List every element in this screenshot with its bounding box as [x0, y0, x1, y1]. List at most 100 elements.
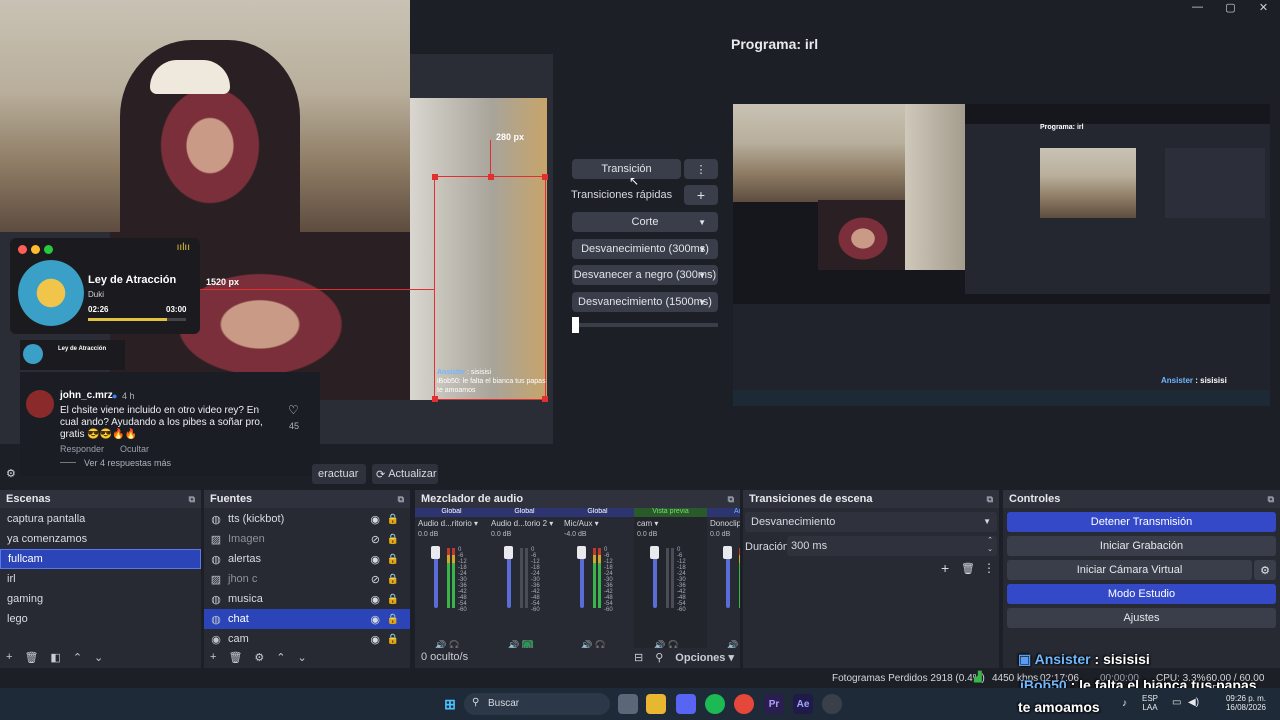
channel-name[interactable]: Mic/Aux ▾ [561, 517, 634, 531]
tbar-slider[interactable] [572, 317, 718, 333]
start-recording-button[interactable]: Iniciar Grabación [1007, 536, 1276, 556]
selection-box-chat[interactable] [432, 174, 548, 402]
source-item[interactable]: ◍ alertas ◉ 🔒 [204, 549, 410, 569]
popout-icon[interactable]: ⧉ [1268, 494, 1274, 505]
refresh-button[interactable]: ⟳ Actualizar [372, 464, 438, 484]
popout-icon[interactable]: ⧉ [987, 494, 993, 505]
network-icon[interactable]: ▭ [1172, 697, 1181, 708]
resize-handle[interactable] [432, 174, 438, 180]
quick-transition-fade-300[interactable]: Desvanecimiento (300ms) ▼ [572, 239, 718, 259]
eye-hidden-icon[interactable]: ⊘ [371, 573, 380, 586]
source-item[interactable]: ▨ Imagen ⊘ 🔒 [204, 529, 410, 549]
resize-handle[interactable] [542, 396, 548, 402]
fader-knob[interactable] [431, 546, 440, 559]
source-item[interactable]: ◍ chat ◉ 🔒 [204, 609, 410, 629]
close-button[interactable]: ✕ [1247, 0, 1280, 14]
transition-select[interactable]: Desvanecimiento ▼ [745, 512, 997, 532]
stop-stream-button[interactable]: Detener Transmisión [1007, 512, 1276, 532]
source-item[interactable]: ◍ tts (kickbot) ◉ 🔒 [204, 509, 410, 529]
eye-icon[interactable]: ◉ [370, 633, 380, 646]
channel-name[interactable]: Audio d...torio 2 ▾ [488, 517, 561, 531]
gear-icon[interactable]: ⚙ [1254, 560, 1276, 580]
chevron-down-icon[interactable]: ⌄ [298, 651, 307, 664]
lock-icon[interactable]: 🔒 [387, 574, 399, 585]
trash-icon[interactable]: 🗑 [961, 562, 975, 575]
spinner-icon[interactable]: ⌃ ⌄ [987, 536, 993, 554]
lock-icon[interactable]: 🔒 [387, 514, 399, 525]
mic-icon[interactable]: ♪ [1122, 698, 1127, 709]
lock-icon[interactable]: 🔒 [387, 594, 399, 605]
transition-button[interactable]: Transición [572, 159, 681, 179]
trash-icon[interactable]: 🗑 [24, 651, 38, 664]
add-icon[interactable]: + [941, 560, 949, 576]
start-virtual-camera-button[interactable]: Iniciar Cámara Virtual [1007, 560, 1252, 580]
fader-knob[interactable] [650, 546, 659, 559]
after-effects-icon[interactable]: Ae [793, 694, 813, 714]
task-view-icon[interactable] [618, 694, 638, 714]
eye-icon[interactable]: ◉ [370, 553, 380, 566]
windows-start-icon[interactable]: ⊞ [440, 694, 460, 714]
lock-icon[interactable]: 🔒 [387, 554, 399, 565]
discord-icon[interactable] [676, 694, 696, 714]
duration-input[interactable]: 300 ms ⌃ ⌄ [787, 536, 997, 556]
scene-item[interactable]: gaming [0, 589, 201, 609]
chevron-down-icon[interactable]: ⌄ [94, 651, 103, 664]
add-quick-transition-button[interactable]: + [684, 185, 718, 205]
scene-item[interactable]: ya comenzamos [0, 529, 201, 549]
lock-icon[interactable]: 🔒 [387, 614, 399, 625]
channel-name[interactable]: Audio d...ritorio ▾ [415, 517, 488, 531]
volume-icon[interactable]: ◀) [1188, 697, 1199, 708]
maximize-button[interactable]: ▢ [1214, 0, 1247, 14]
lock-icon[interactable]: 🔒 [387, 534, 399, 545]
eye-icon[interactable]: ◉ [370, 613, 380, 626]
clock[interactable]: 09:26 p. m. 16/08/2026 [1210, 694, 1266, 712]
popout-icon[interactable]: ⧉ [728, 494, 734, 505]
add-icon[interactable]: + [6, 651, 12, 663]
resize-handle[interactable] [432, 396, 438, 402]
scene-item[interactable]: fullcam [0, 549, 201, 569]
resize-handle[interactable] [488, 174, 494, 180]
more-icon[interactable]: ⋮ [983, 561, 995, 575]
scene-item[interactable]: lego [0, 609, 201, 629]
gear-icon[interactable]: ⚙ [254, 651, 264, 664]
eye-icon[interactable]: ◉ [370, 513, 380, 526]
eye-icon[interactable]: ◉ [370, 593, 380, 606]
filter-icon[interactable]: ◧ [50, 651, 60, 664]
fader-knob[interactable] [504, 546, 513, 559]
premiere-icon[interactable]: Pr [764, 694, 784, 714]
transition-menu-icon[interactable]: ⋮ [684, 159, 718, 179]
lock-icon[interactable]: 🔒 [387, 634, 399, 645]
spotify-icon[interactable] [705, 694, 725, 714]
tbar-handle[interactable] [572, 317, 579, 333]
resize-handle[interactable] [542, 174, 548, 180]
add-icon[interactable]: + [210, 651, 216, 663]
eye-hidden-icon[interactable]: ⊘ [371, 533, 380, 546]
chrome-icon[interactable] [734, 694, 754, 714]
chevron-up-icon[interactable]: ⌃ [276, 651, 285, 664]
fader-knob[interactable] [577, 546, 586, 559]
channel-name[interactable]: cam ▾ [634, 517, 707, 531]
link-icon[interactable]: ⚲ [655, 651, 663, 664]
scene-item[interactable]: irl [0, 569, 201, 589]
trash-icon[interactable]: 🗑 [228, 651, 242, 664]
studio-mode-button[interactable]: Modo Estudio [1007, 584, 1276, 604]
source-item[interactable]: ◍ musica ◉ 🔒 [204, 589, 410, 609]
source-item[interactable]: ▨ jhon c ⊘ 🔒 [204, 569, 410, 589]
settings-button[interactable]: Ajustes [1007, 608, 1276, 628]
quick-transition-cut[interactable]: Corte ▼ [572, 212, 718, 232]
gear-icon[interactable]: ⚙ [6, 467, 16, 480]
obs-icon[interactable] [822, 694, 842, 714]
interact-button[interactable]: eractuar [312, 464, 366, 484]
language-indicator[interactable]: ESP LAA [1142, 694, 1158, 712]
quick-transition-fade-1500[interactable]: Desvanecimiento (1500ms) ▼ [572, 292, 718, 312]
taskbar-search[interactable]: ⚲ Buscar [464, 693, 610, 715]
chevron-up-icon[interactable]: ⌃ [73, 651, 82, 664]
popout-icon[interactable]: ⧉ [398, 494, 404, 505]
layout-icon[interactable]: ⊟ [634, 651, 643, 664]
minimize-button[interactable]: — [1181, 0, 1214, 14]
quick-transition-black-300[interactable]: Desvanecer a negro (300ms) ▼ [572, 265, 718, 285]
popout-icon[interactable]: ⧉ [189, 494, 195, 505]
mixer-options-button[interactable]: Opciones ▾ [675, 651, 734, 664]
fader-knob[interactable] [723, 546, 732, 559]
channel-name[interactable]: Donoclip ▾ [707, 517, 740, 531]
